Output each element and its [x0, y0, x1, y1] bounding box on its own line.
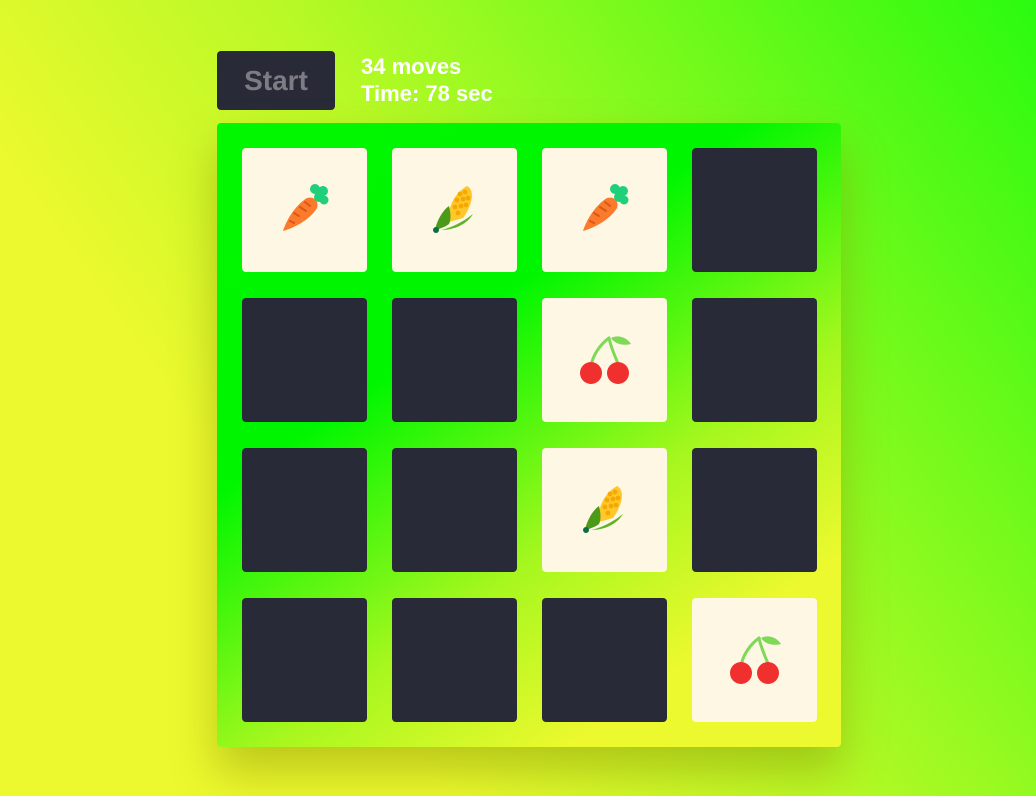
moves-counter: 34 moves [361, 54, 462, 79]
card-face-up[interactable] [542, 148, 667, 272]
card-face-up[interactable] [542, 448, 667, 572]
card-face-down[interactable] [242, 298, 367, 422]
card-face-up[interactable] [242, 148, 367, 272]
card-face-down[interactable] [242, 448, 367, 572]
stats: 34 moves Time: 78 sec [361, 53, 493, 107]
carrot-icon [277, 180, 333, 241]
card-face-down[interactable] [392, 448, 517, 572]
card-face-down[interactable] [392, 598, 517, 722]
card-face-down[interactable] [692, 148, 817, 272]
card-face-down[interactable] [692, 298, 817, 422]
game-board [217, 123, 841, 747]
card-face-down[interactable] [542, 598, 667, 722]
card-face-up[interactable] [542, 298, 667, 422]
card-face-up[interactable] [692, 598, 817, 722]
card-face-down[interactable] [692, 448, 817, 572]
timer: Time: 78 sec [361, 81, 493, 106]
cherry-icon [577, 330, 633, 391]
card-face-up[interactable] [392, 148, 517, 272]
carrot-icon [577, 180, 633, 241]
start-button[interactable]: Start [217, 51, 335, 110]
cherry-icon [727, 630, 783, 691]
controls-bar: Start 34 moves Time: 78 sec [217, 51, 493, 110]
corn-icon [577, 480, 633, 541]
card-face-down[interactable] [392, 298, 517, 422]
card-face-down[interactable] [242, 598, 367, 722]
corn-icon [427, 180, 483, 241]
